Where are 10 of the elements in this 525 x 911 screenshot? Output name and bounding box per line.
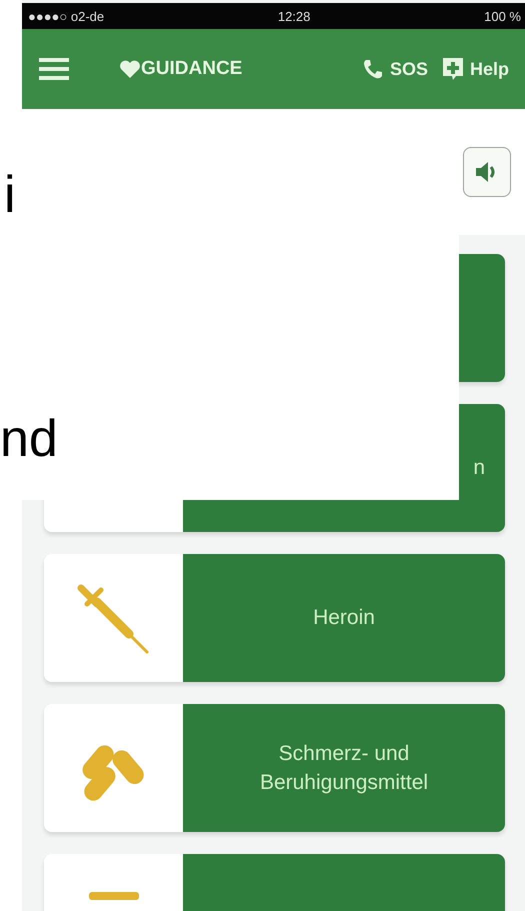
app-title: GUIDANCE [141, 58, 242, 80]
clock-text: 12:28 [278, 8, 310, 24]
category-button[interactable]: Schmerz- und Beruhigungsmittel [183, 704, 505, 832]
battery-text: 100 % [484, 8, 521, 24]
category-button[interactable]: Heroin [183, 554, 505, 682]
overlay-text: i [4, 169, 16, 221]
help-button[interactable]: Help [442, 57, 509, 81]
overlay-text: nd [0, 413, 58, 465]
carrier-text: ●●●●○ o2-de [28, 8, 104, 24]
sos-button[interactable]: SOS [362, 58, 428, 80]
